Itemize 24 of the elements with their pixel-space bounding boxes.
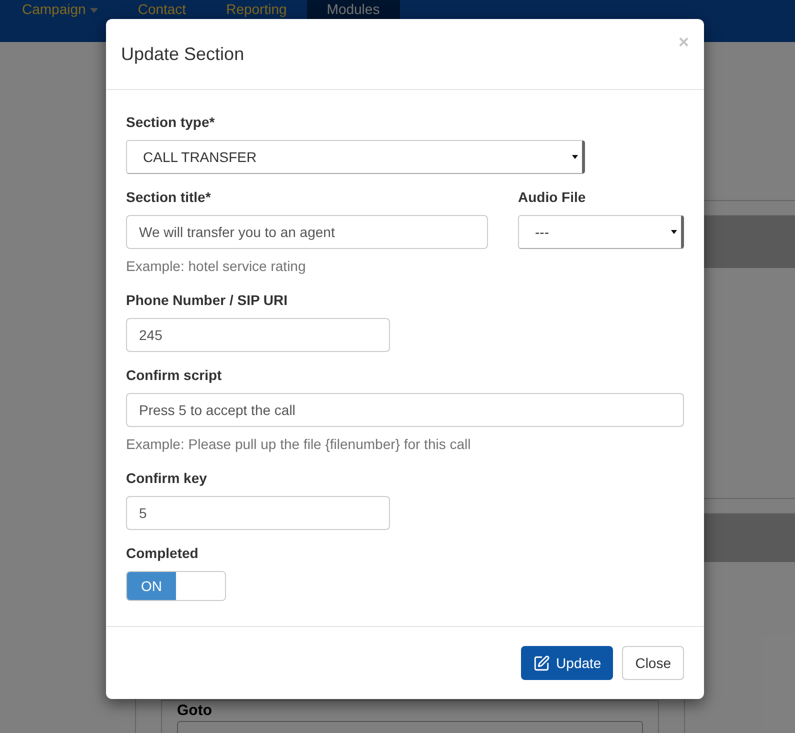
caret-icon — [90, 8, 98, 13]
panel-label: Goto — [177, 702, 213, 719]
field-label: Completed — [126, 544, 200, 563]
caret-icon — [671, 230, 677, 234]
close-button[interactable]: Close — [622, 646, 684, 680]
field-label: Phone Number / SIP URI — [126, 291, 289, 310]
field-label: Confirm key — [126, 469, 208, 488]
field-label: Section title* — [126, 188, 212, 207]
select-field[interactable]: CALL TRANSFER — [126, 140, 585, 174]
modal-title: Update Section — [121, 42, 244, 66]
text-field[interactable]: 245 — [126, 318, 390, 352]
help-text: Example: hotel service rating — [126, 257, 307, 276]
select-field[interactable]: --- — [518, 215, 684, 249]
toggle-switch[interactable]: ON — [126, 571, 226, 601]
field-label: Audio File — [518, 188, 587, 207]
caret-icon — [572, 155, 578, 159]
field-label: Section type* — [126, 113, 216, 132]
help-text: Example: Please pull up the file {filenumber} for this call — [126, 435, 472, 454]
text-field[interactable]: Press 5 to accept the call — [126, 393, 684, 427]
update-button[interactable]: Update — [521, 646, 614, 680]
edit-icon — [533, 654, 550, 672]
field-label: Confirm script — [126, 366, 223, 385]
text-field[interactable]: 5 — [126, 496, 390, 530]
text-field[interactable]: We will transfer you to an agent — [126, 215, 488, 249]
